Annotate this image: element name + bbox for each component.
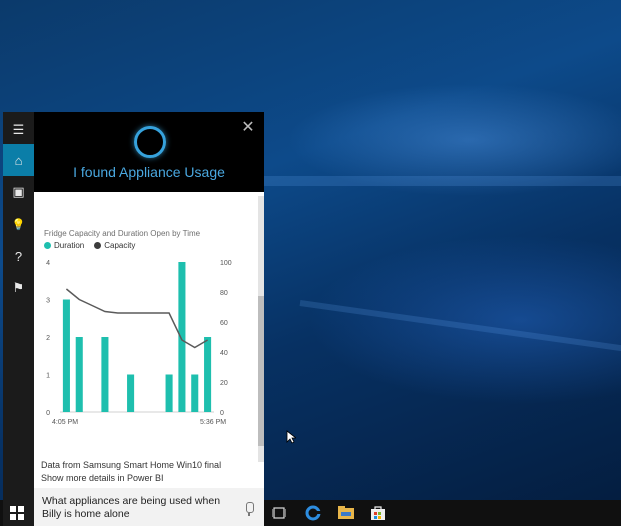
file-explorer-icon[interactable] (338, 505, 354, 521)
cortana-rail: ☰ ⌂ ▣ 💡 ? ⚑ (3, 112, 34, 526)
windows-start-icon[interactable] (10, 506, 24, 520)
hamburger-menu-icon[interactable]: ☰ (3, 114, 34, 146)
store-icon[interactable] (370, 505, 386, 521)
y-left-tick-label: 1 (46, 373, 50, 380)
x-tick-label-end: 5:36 PM (200, 419, 226, 426)
y-right-tick-label: 40 (220, 350, 228, 357)
duration-bar (127, 374, 135, 412)
duration-bar (191, 374, 199, 412)
legend-label-capacity: Capacity (104, 241, 136, 250)
mouse-cursor (286, 430, 296, 444)
power-bi-link[interactable]: Show more details in Power BI (41, 473, 164, 483)
scroll-thumb[interactable] (258, 296, 264, 446)
help-icon[interactable]: ? (3, 240, 34, 272)
cortana-header: ✕ I found Appliance Usage (34, 112, 264, 192)
light-beam (299, 300, 621, 352)
taskbar-left (0, 500, 3, 526)
y-left-tick-label: 3 (46, 298, 50, 305)
duration-bar (204, 337, 212, 412)
x-tick-label-start: 4:05 PM (52, 419, 78, 426)
y-right-tick-label: 100 (220, 260, 232, 267)
duration-bar (178, 262, 186, 412)
chart-legend: Duration Capacity (44, 241, 135, 250)
home-icon[interactable]: ⌂ (3, 144, 34, 176)
fridge-chart[interactable]: 012340204060801004:05 PM 5:36 PM (34, 252, 256, 452)
legend-label-duration: Duration (54, 241, 85, 250)
legend-item-capacity: Capacity (94, 241, 135, 250)
close-icon[interactable]: ✕ (240, 120, 256, 136)
data-source-text: Data from Samsung Smart Home Win10 final (41, 460, 222, 470)
legend-swatch-capacity (94, 242, 102, 249)
result-card: Fridge Capacity and Duration Open by Tim… (34, 192, 264, 488)
duration-bar (165, 374, 173, 412)
search-box[interactable]: What appliances are being used when Bill… (34, 488, 264, 526)
duration-bar (101, 337, 109, 412)
y-left-tick-label: 2 (46, 335, 50, 342)
card-scrollbar[interactable] (258, 196, 264, 462)
edge-icon[interactable] (305, 505, 321, 521)
light-beam (260, 176, 621, 186)
cortana-logo-icon (134, 126, 166, 158)
task-view-icon[interactable] (271, 505, 287, 521)
microphone-icon[interactable] (246, 502, 254, 516)
cortana-panel: ☰ ⌂ ▣ 💡 ? ⚑ ✕ I found Appliance Usage Fr… (3, 112, 264, 526)
cortana-result-title: I found Appliance Usage (73, 164, 225, 180)
y-right-tick-label: 80 (220, 290, 228, 297)
capacity-line (65, 288, 208, 349)
y-left-tick-label: 4 (46, 260, 50, 267)
feedback-icon[interactable]: ⚑ (3, 272, 34, 304)
lightbulb-icon[interactable]: 💡 (3, 208, 34, 240)
y-right-tick-label: 60 (220, 320, 228, 327)
legend-item-duration: Duration (44, 241, 84, 250)
notebook-icon[interactable]: ▣ (3, 176, 34, 208)
legend-swatch-duration (44, 242, 51, 249)
y-right-tick-label: 20 (220, 380, 228, 387)
y-left-tick-label: 0 (46, 410, 50, 417)
chart-title: Fridge Capacity and Duration Open by Tim… (44, 229, 201, 238)
duration-bar (75, 337, 83, 412)
duration-bar (62, 299, 70, 412)
search-query-text[interactable]: What appliances are being used when Bill… (42, 495, 232, 521)
y-right-tick-label: 0 (220, 410, 224, 417)
